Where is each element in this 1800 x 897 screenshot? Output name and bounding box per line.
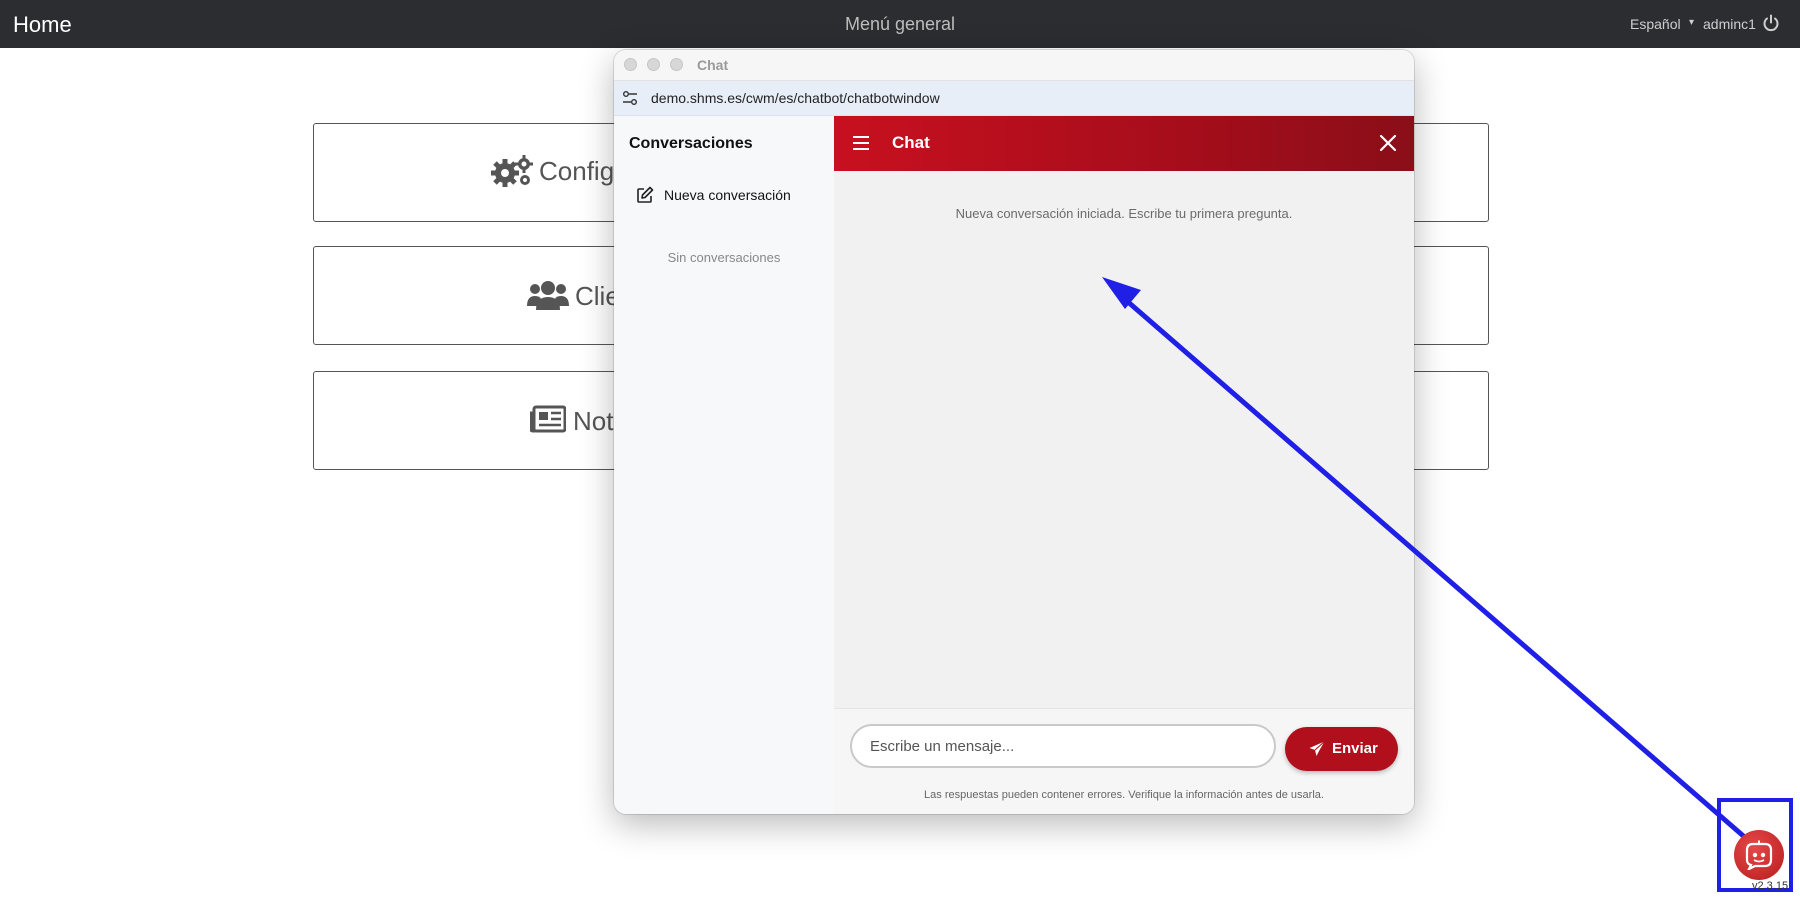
- language-selector[interactable]: Español: [1630, 16, 1681, 32]
- empty-conversations-text: Sin conversaciones: [667, 250, 781, 265]
- gears-icon: [491, 155, 533, 187]
- hamburger-menu-icon[interactable]: [852, 134, 870, 152]
- top-navbar: Home Menú general Español ▾ adminc1: [0, 0, 1800, 48]
- zoom-window-button[interactable]: [670, 58, 683, 71]
- new-conversation-button[interactable]: Nueva conversación: [624, 178, 824, 212]
- system-message: Nueva conversación iniciada. Escribe tu …: [955, 206, 1293, 221]
- close-icon[interactable]: [1379, 134, 1397, 152]
- url-bar[interactable]: demo.shms.es/cwm/es/chatbot/chatbotwindo…: [614, 81, 1414, 116]
- message-input[interactable]: [850, 724, 1276, 768]
- minimize-window-button[interactable]: [647, 58, 660, 71]
- send-button[interactable]: Enviar: [1285, 727, 1398, 771]
- caret-down-icon[interactable]: ▾: [1689, 17, 1694, 28]
- robot-icon: [1745, 840, 1773, 870]
- sidebar-title: Conversaciones: [629, 135, 753, 152]
- menu-card-label: Not: [573, 406, 614, 436]
- chat-input-area: Enviar Las respuestas pueden contener er…: [834, 708, 1414, 814]
- chat-header-title: Chat: [892, 133, 930, 152]
- page-title: Menú general: [844, 14, 956, 34]
- new-conversation-label: Nueva conversación: [664, 187, 791, 203]
- power-icon[interactable]: [1762, 14, 1780, 32]
- newspaper-icon: [530, 405, 566, 433]
- menu-card-label: Config: [539, 156, 615, 186]
- chatbot-launcher-button[interactable]: [1734, 830, 1784, 880]
- window-title: Chat: [697, 57, 729, 73]
- edit-icon: [637, 186, 654, 203]
- user-name[interactable]: adminc1: [1703, 16, 1756, 32]
- chat-main-panel: Chat Nueva conversación iniciada. Escrib…: [834, 116, 1414, 814]
- chat-header: Chat: [834, 116, 1414, 171]
- paper-plane-icon: [1309, 741, 1325, 756]
- url-text[interactable]: demo.shms.es/cwm/es/chatbot/chatbotwindo…: [651, 90, 940, 106]
- users-icon: [527, 281, 569, 310]
- chat-window: Chat demo.shms.es/cwm/es/chatbot/chatbot…: [614, 50, 1414, 814]
- version-label: v2.3.15: [1752, 880, 1789, 892]
- conversations-sidebar: Conversaciones Nueva conversación Sin co…: [614, 116, 835, 814]
- disclaimer-text: Las respuestas pueden contener errores. …: [924, 789, 1324, 801]
- site-settings-icon[interactable]: [622, 90, 638, 106]
- close-window-button[interactable]: [624, 58, 637, 71]
- send-label: Enviar: [1332, 740, 1378, 757]
- window-titlebar[interactable]: Chat: [614, 50, 1414, 81]
